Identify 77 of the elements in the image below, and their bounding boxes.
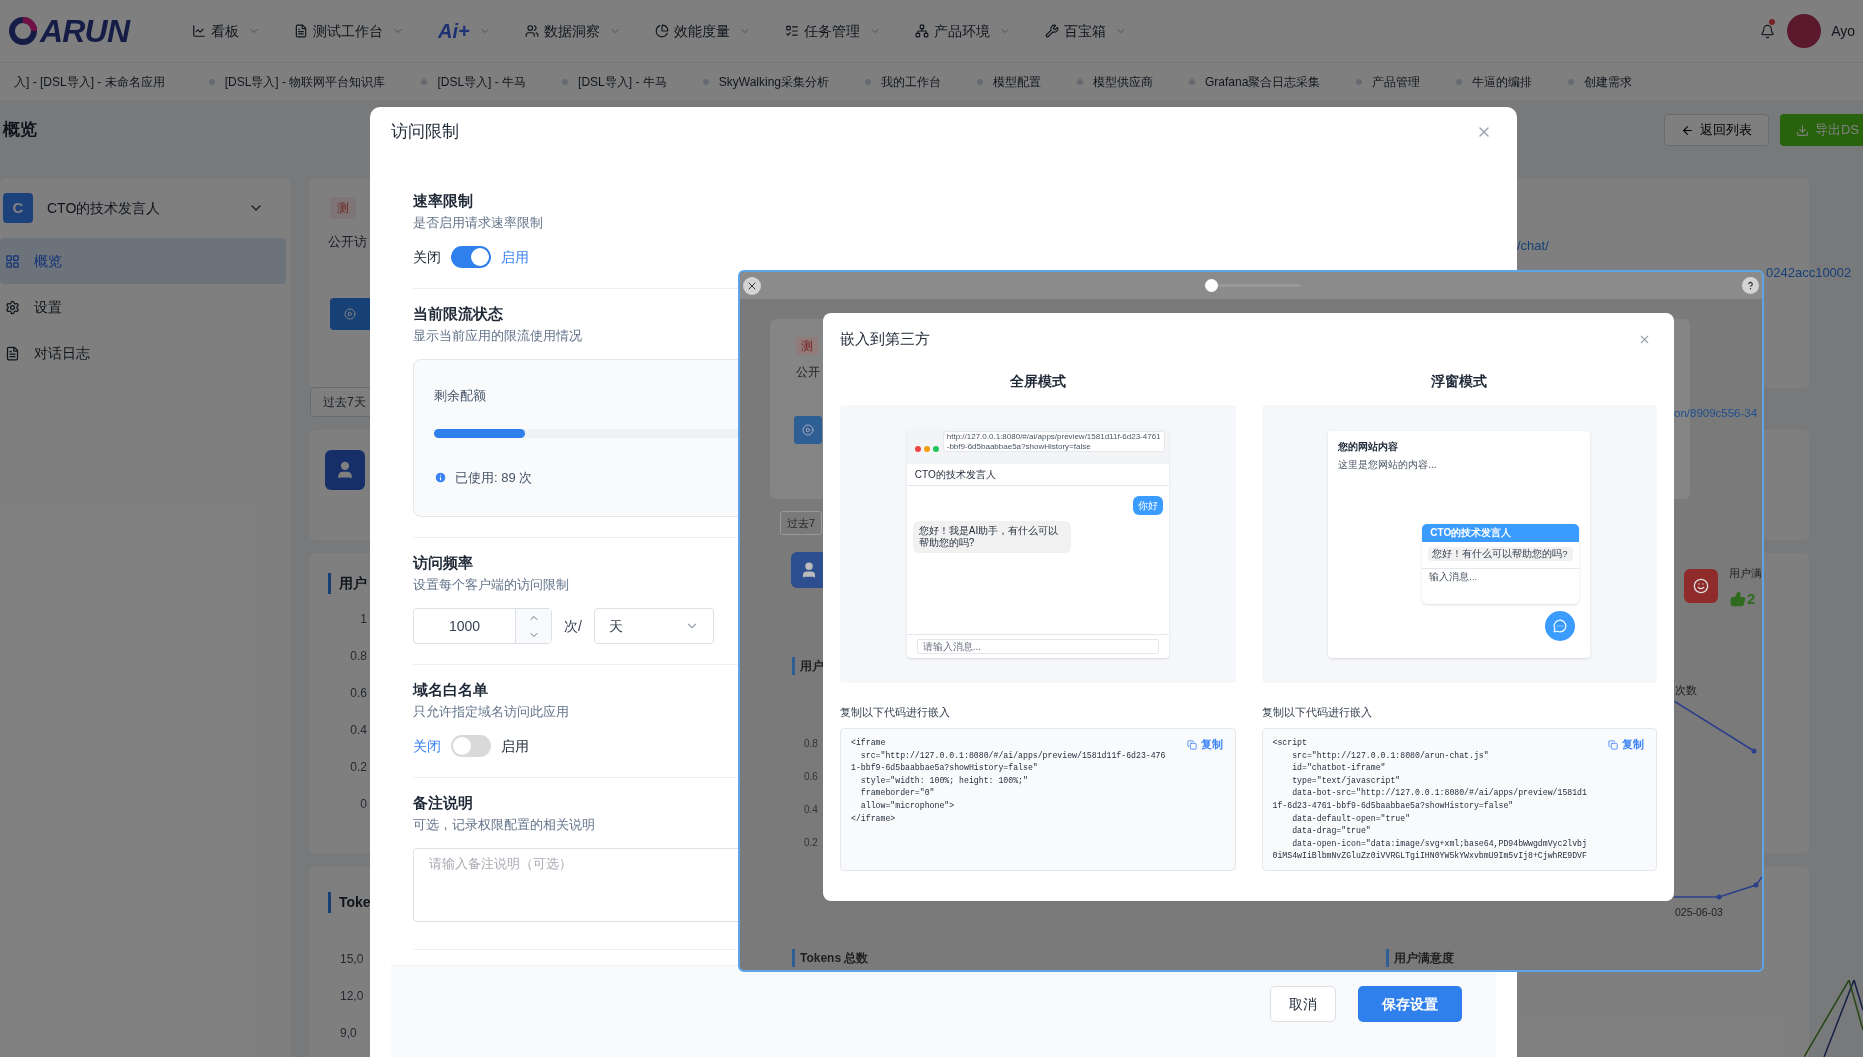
code-line: </iframe>: [851, 812, 896, 825]
axis-tick: 0.6: [350, 685, 367, 702]
mode-title: 浮窗模式: [1431, 372, 1488, 391]
code-line: data-default-open="true": [1291, 812, 1411, 825]
chat-title: CTO的技术发言人: [1422, 523, 1580, 542]
dialog-title: 访问限制: [391, 121, 459, 144]
section-description: 显示当前应用的限流使用情况: [413, 328, 582, 346]
axis-tick: 0.2: [350, 759, 367, 776]
code-line: data-drag="true": [1291, 825, 1371, 838]
section-description: 是否启用请求速率限制: [413, 215, 543, 233]
axis-tick: 0.2: [804, 836, 818, 850]
axis-tick: 9,0: [340, 1025, 357, 1042]
tag: 测: [796, 337, 818, 355]
stat-label: 用户满: [1729, 566, 1762, 581]
axis-tick: 0.4: [350, 722, 367, 739]
axis-tick: 0.8: [350, 648, 367, 665]
bot-message: 您好！有什么可以帮助您的吗?: [1428, 546, 1574, 561]
chat-title: CTO的技术发言人: [906, 464, 1169, 486]
website-title: 您的网站内容: [1338, 439, 1399, 454]
code-caption: 复制以下代码进行嵌入: [840, 706, 950, 718]
unit-label: 次/: [564, 616, 582, 636]
axis-tick: 0.8: [804, 737, 818, 751]
code-line: <script: [1272, 737, 1307, 749]
code-line: src="http://127.0.0.1:8080/arun-chat.js": [1291, 749, 1489, 762]
code-line: id="chatbot-iframe": [1291, 762, 1386, 775]
toggle-label: 启用: [501, 247, 529, 267]
stat-value: 2: [1747, 589, 1756, 609]
section-description: 设置每个客户端的访问限制: [413, 577, 569, 595]
code-line: <iframe: [851, 737, 886, 749]
code-line: style="width: 100%; height: 100%;": [859, 774, 1028, 787]
axis-label: 次数: [1675, 683, 1697, 698]
axis-tick: 15,0: [340, 951, 364, 968]
user-message: 你好: [1132, 496, 1163, 515]
code-line: allow="microphone">: [859, 799, 955, 812]
quota-label: 剩余配额: [434, 387, 486, 406]
url-field: http://127.0.0.1:8080/#/ai/apps/preview/1581d11f-6d23-4761-bbf9-6d5baabbae5a?showHistory=false: [942, 431, 1165, 452]
visibility-text: 公开访: [328, 233, 367, 251]
toggle-label: 关闭: [413, 736, 441, 756]
section-title: 访问频率: [413, 553, 473, 574]
chart-title: Tokens 总数: [792, 949, 869, 967]
section-title: 备注说明: [413, 793, 473, 814]
code-line: 1-bbf9-6d5baabbae5a?showHistory=false": [851, 762, 1038, 775]
user-name: Ayo: [1831, 21, 1855, 41]
visibility-text: 公开: [796, 364, 820, 381]
logo-text: ARUN: [40, 12, 130, 51]
mode-title: 全屏模式: [1009, 372, 1066, 391]
toggle-label: 启用: [501, 736, 529, 756]
code-line: 1f-6d23-4761-bbf9-6d5baabbae5a?showHistory=false": [1272, 799, 1514, 812]
axis-tick: 0.4: [804, 803, 818, 817]
section-title: 域名白名单: [413, 680, 488, 701]
axis-label: 025-06-03: [1675, 905, 1723, 920]
axis-tick: 0: [360, 796, 367, 813]
chart-title: 用户: [328, 573, 367, 594]
usage-text: 已使用: 89 次: [455, 468, 533, 487]
section-title: 速率限制: [413, 191, 473, 212]
axis-tick: 0.6: [804, 770, 818, 784]
code-line: data-open-icon="data:image/svg+xml;base64,PD94bWwgdmVyc2lvbj: [1291, 837, 1587, 850]
section-description: 只允许指定域名访问此应用: [413, 704, 569, 722]
code-line: data-bot-src="http://127.0.0.1:8080/#/ai/apps/preview/1581d1: [1291, 787, 1587, 800]
code-line: 0iMS4wIiBlbmNvZGluZz0iVVRGLTgiIHN0YW5kYWxvbmU9Im5vIj8+CjwhRE9DVF: [1272, 850, 1587, 863]
code-line: type="text/javascript": [1291, 774, 1401, 787]
tag: 测: [330, 197, 356, 219]
code-line: src="http://127.0.0.1:8080/#/ai/apps/preview/1581d11f-6d23-476: [859, 749, 1166, 762]
chart-title: 用户满意度: [1386, 949, 1454, 967]
code-caption: 复制以下代码进行嵌入: [1261, 706, 1372, 718]
code-line: frameborder="0": [859, 787, 935, 800]
app-avatar: C: [3, 193, 33, 223]
section-title: 当前限流状态: [413, 304, 503, 325]
section-description: 可选，记录权限配置的相关说明: [413, 817, 595, 835]
axis-tick: 1: [360, 611, 367, 628]
axis-tick: 12,0: [340, 988, 364, 1005]
website-text: 这里是您网站的内容...: [1338, 457, 1437, 472]
app-name: CTO的技术发言人: [47, 198, 161, 218]
bot-message: 您好！我是AI助手，有什么可以帮助您的吗?: [912, 521, 1071, 553]
page-title: 概览: [3, 119, 37, 142]
toggle-label: 关闭: [413, 247, 441, 267]
dialog-title: 嵌入到第三方: [840, 328, 930, 349]
